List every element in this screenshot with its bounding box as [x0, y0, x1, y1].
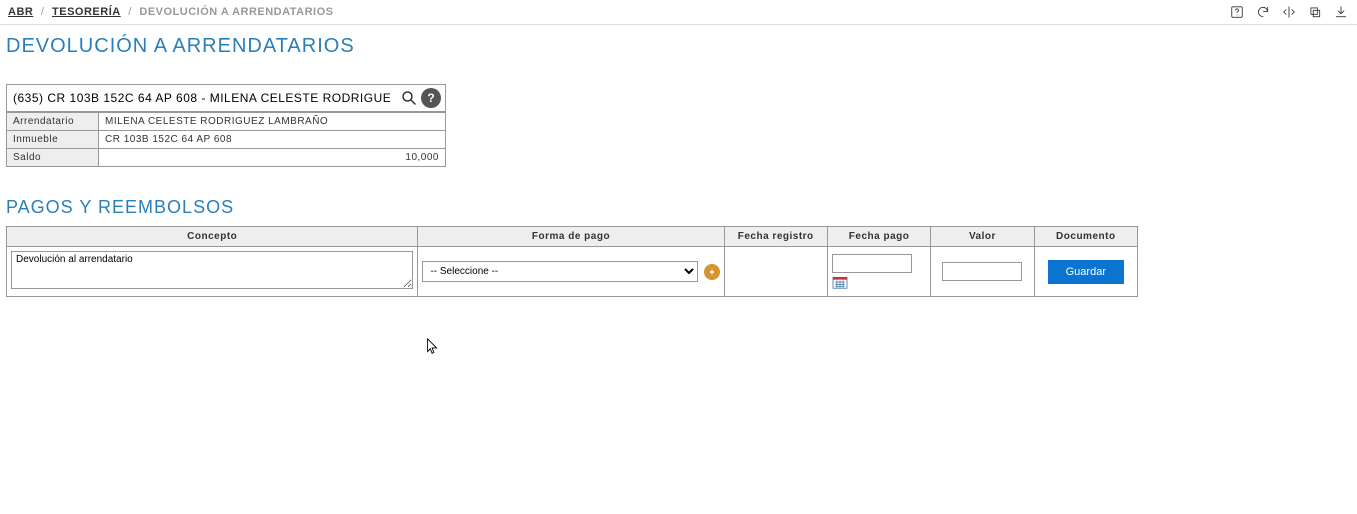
col-header-forma: Forma de pago — [418, 227, 724, 247]
breadcrumb-current: DEVOLUCIÓN A ARRENDATARIOS — [139, 6, 333, 18]
search-help-icon[interactable]: ? — [421, 88, 441, 108]
guardar-button[interactable]: Guardar — [1048, 260, 1124, 284]
col-header-fpago: Fecha pago — [827, 227, 930, 247]
download-icon[interactable] — [1333, 4, 1349, 20]
search-icon[interactable] — [397, 86, 421, 110]
valor-input[interactable] — [942, 262, 1022, 281]
forma-pago-select[interactable]: -- Seleccione -- — [422, 261, 697, 282]
cash-icon[interactable] — [704, 264, 720, 280]
fecha-pago-input[interactable] — [832, 254, 912, 273]
breadcrumb-section[interactable]: TESORERÍA — [52, 6, 121, 18]
breadcrumb-sep: / — [128, 6, 132, 18]
inmueble-value: CR 103B 152C 64 AP 608 — [99, 131, 446, 149]
refresh-icon[interactable] — [1255, 4, 1271, 20]
inmueble-label: Inmueble — [7, 131, 99, 149]
table-row: Devolución al arrendatario -- Seleccione… — [7, 247, 1138, 297]
col-header-doc: Documento — [1034, 227, 1137, 247]
saldo-value: 10,000 — [99, 149, 446, 167]
breadcrumb-root[interactable]: ABR — [8, 6, 33, 18]
breadcrumb: ABR / TESORERÍA / DEVOLUCIÓN A ARRENDATA… — [8, 6, 334, 18]
saldo-label: Saldo — [7, 149, 99, 167]
section-title-pagos: PAGOS Y REEMBOLSOS — [0, 167, 1357, 226]
search-input[interactable] — [7, 85, 397, 111]
col-header-valor: Valor — [931, 227, 1034, 247]
popout-icon[interactable] — [1307, 4, 1323, 20]
arrendatario-value: MILENA CELESTE RODRIGUEZ LAMBRAÑO — [99, 113, 446, 131]
page-title: DEVOLUCIÓN A ARRENDATARIOS — [0, 25, 1357, 64]
arrendatario-label: Arrendatario — [7, 113, 99, 131]
cursor-icon — [426, 338, 440, 359]
col-header-freg: Fecha registro — [724, 227, 827, 247]
fecha-registro-cell — [724, 247, 827, 297]
split-icon[interactable] — [1281, 4, 1297, 20]
calendar-icon[interactable] — [832, 275, 848, 289]
col-header-concepto: Concepto — [7, 227, 418, 247]
help-icon[interactable] — [1229, 4, 1245, 20]
concepto-input[interactable]: Devolución al arrendatario — [11, 251, 413, 289]
breadcrumb-sep: / — [41, 6, 45, 18]
